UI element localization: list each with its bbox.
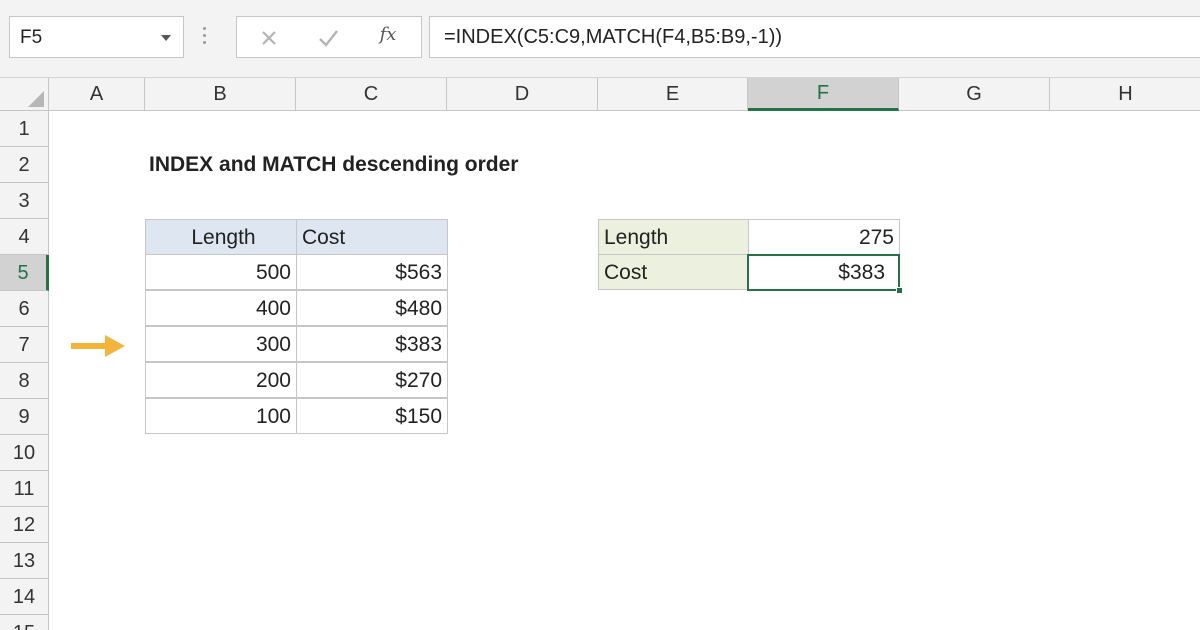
table-cell-cost[interactable]: $150 [296, 398, 448, 434]
column-header-c[interactable]: C [296, 78, 447, 111]
chevron-down-icon[interactable] [161, 35, 171, 41]
lookup-label-length[interactable]: Length [598, 219, 749, 255]
worksheet-grid: A B C D E F G H 1 2 3 4 5 6 7 8 9 10 11 … [0, 78, 1200, 630]
active-cell-f5[interactable]: $383 [747, 254, 900, 291]
formula-text: =INDEX(C5:C9,MATCH(F4,B5:B9,-1)) [444, 26, 783, 48]
table-cell-cost[interactable]: $270 [296, 362, 448, 398]
table-cell-length[interactable]: 100 [145, 398, 297, 434]
row-header-3[interactable]: 3 [0, 183, 48, 219]
formula-input[interactable]: =INDEX(C5:C9,MATCH(F4,B5:B9,-1)) [429, 16, 1200, 58]
row-header-column: 1 2 3 4 5 6 7 8 9 10 11 12 13 14 15 [0, 111, 49, 630]
fill-handle[interactable] [896, 287, 903, 294]
column-header-a[interactable]: A [49, 78, 145, 111]
table-header-cost[interactable]: Cost [296, 219, 448, 255]
row-header-4[interactable]: 4 [0, 219, 48, 255]
close-icon[interactable] [254, 23, 284, 53]
fx-icon[interactable]: fx [373, 24, 403, 54]
column-header-f[interactable]: F [748, 78, 899, 111]
table-cell-cost[interactable]: $383 [296, 326, 448, 362]
table-header-length[interactable]: Length [145, 219, 297, 255]
lookup-label-cost[interactable]: Cost [598, 254, 749, 290]
lookup-value-length[interactable]: 275 [748, 219, 900, 255]
table-cell-length[interactable]: 300 [145, 326, 297, 362]
row-header-6[interactable]: 6 [0, 291, 48, 327]
table-cell-cost[interactable]: $480 [296, 290, 448, 326]
cells-area[interactable]: INDEX and MATCH descending order Length … [49, 111, 1200, 630]
name-box-value: F5 [20, 27, 43, 48]
row-header-12[interactable]: 12 [0, 507, 48, 543]
name-box[interactable]: F5 [9, 16, 184, 58]
row-header-9[interactable]: 9 [0, 399, 48, 435]
row-header-7[interactable]: 7 [0, 327, 48, 363]
row-header-15[interactable]: 15 [0, 615, 48, 630]
row-header-14[interactable]: 14 [0, 579, 48, 615]
column-header-h[interactable]: H [1050, 78, 1200, 111]
arrow-right-icon [69, 333, 129, 359]
row-header-1[interactable]: 1 [0, 111, 48, 147]
formula-bar-buttons: fx [236, 16, 422, 58]
column-header-e[interactable]: E [598, 78, 748, 111]
row-header-13[interactable]: 13 [0, 543, 48, 579]
table-cell-cost[interactable]: $563 [296, 254, 448, 290]
row-header-5[interactable]: 5 [0, 255, 49, 291]
table-cell-length[interactable]: 200 [145, 362, 297, 398]
formula-bar: F5 fx =INDEX(C5:C9,MATCH(F4,B5:B9,-1)) [0, 0, 1200, 78]
formula-bar-resize-handle[interactable] [203, 27, 207, 47]
row-header-2[interactable]: 2 [0, 147, 48, 183]
table-cell-length[interactable]: 500 [145, 254, 297, 290]
column-header-b[interactable]: B [145, 78, 296, 111]
row-header-10[interactable]: 10 [0, 435, 48, 471]
select-all-button[interactable] [0, 78, 49, 111]
column-header-g[interactable]: G [899, 78, 1050, 111]
sheet-title: INDEX and MATCH descending order [149, 153, 519, 176]
row-header-11[interactable]: 11 [0, 471, 48, 507]
checkmark-icon[interactable] [313, 23, 343, 53]
select-all-triangle-icon [28, 91, 44, 107]
table-cell-length[interactable]: 400 [145, 290, 297, 326]
row-header-8[interactable]: 8 [0, 363, 48, 399]
column-header-row: A B C D E F G H [0, 78, 1200, 111]
column-header-d[interactable]: D [447, 78, 598, 111]
